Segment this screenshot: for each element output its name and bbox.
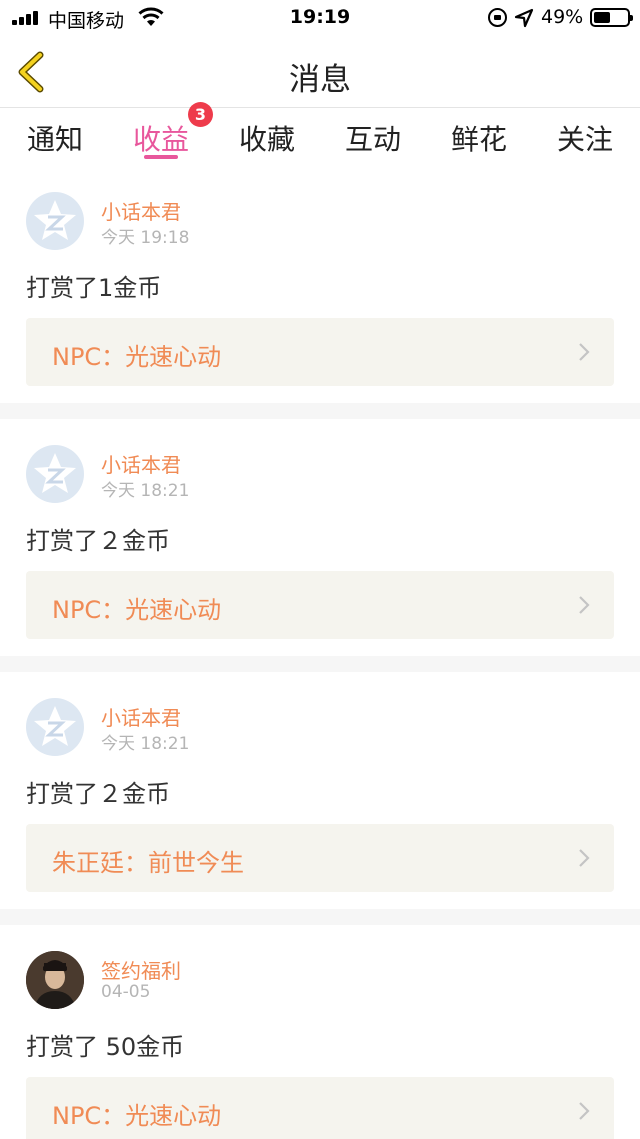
sender-name[interactable]: 小话本君 (101, 196, 181, 225)
reward-text: 打赏了２金币 (26, 780, 170, 808)
book-link[interactable]: NPC：光速心动 (26, 318, 614, 386)
divider (0, 909, 640, 925)
divider (0, 656, 640, 672)
tab-following[interactable]: 关注 (540, 118, 630, 158)
book-title: NPC：光速心动 (52, 1102, 222, 1130)
message-time: 今天 18:21 (101, 734, 190, 754)
sender-name[interactable]: 小话本君 (101, 702, 181, 731)
tab-favorites[interactable]: 收藏 (222, 118, 312, 158)
book-title: NPC：光速心动 (52, 596, 222, 624)
sender-name[interactable]: 签约福利 (101, 955, 181, 984)
page-title: 消息 (289, 62, 351, 98)
reward-text: 打赏了 50金币 (26, 1033, 185, 1061)
message-card: 小话本君 今天 18:21 打赏了２金币 朱正廷：前世今生 (0, 672, 640, 909)
orientation-lock-icon (488, 8, 507, 27)
location-icon (514, 8, 534, 28)
chevron-right-icon (579, 596, 590, 614)
message-card: 小话本君 今天 19:18 打赏了1金币 NPC：光速心动 (0, 166, 640, 403)
default-avatar-icon[interactable] (26, 698, 84, 756)
status-bar: 中国移动 19:19 49% (0, 0, 640, 36)
tab-bar: 通知 收益 收藏 互动 鲜花 关注 (0, 108, 640, 166)
book-link[interactable]: NPC：光速心动 (26, 1077, 614, 1139)
message-time: 今天 19:18 (101, 228, 190, 248)
book-link[interactable]: 朱正廷：前世今生 (26, 824, 614, 892)
navigation-bar: 消息 (0, 36, 640, 108)
chevron-right-icon (579, 1102, 590, 1120)
message-time: 今天 18:21 (101, 481, 190, 501)
battery-icon (590, 8, 633, 27)
reward-text: 打赏了２金币 (26, 527, 170, 555)
chevron-right-icon (579, 343, 590, 361)
divider (0, 403, 640, 419)
unread-badge: 3 (188, 102, 213, 127)
reward-text: 打赏了1金币 (26, 274, 162, 302)
active-tab-indicator (144, 155, 178, 159)
default-avatar-icon[interactable] (26, 445, 84, 503)
tab-notifications[interactable]: 通知 (10, 118, 100, 158)
message-card: 签约福利 04-05 打赏了 50金币 NPC：光速心动 (0, 925, 640, 1139)
message-time: 04-05 (101, 982, 151, 1002)
book-link[interactable]: NPC：光速心动 (26, 571, 614, 639)
message-card: 小话本君 今天 18:21 打赏了２金币 NPC：光速心动 (0, 419, 640, 656)
chevron-right-icon (579, 849, 590, 867)
default-avatar-icon[interactable] (26, 192, 84, 250)
tab-interactions[interactable]: 互动 (328, 118, 418, 158)
battery-percent: 49% (541, 6, 584, 28)
book-title: NPC：光速心动 (52, 343, 222, 371)
battery-level-fill (594, 12, 610, 23)
tab-flowers[interactable]: 鲜花 (434, 118, 524, 158)
photo-avatar[interactable] (26, 951, 84, 1009)
book-title: 朱正廷：前世今生 (52, 849, 244, 877)
sender-name[interactable]: 小话本君 (101, 449, 181, 478)
